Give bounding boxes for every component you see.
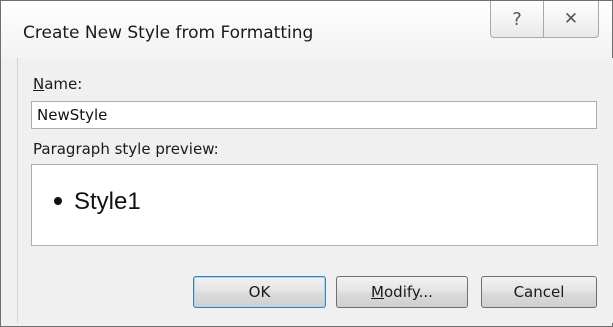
ok-button-label: OK	[248, 283, 271, 301]
dialog-title: Create New Style from Formatting	[23, 23, 314, 43]
name-input[interactable]	[31, 101, 597, 129]
create-style-dialog: Create New Style from Formatting ? ✕ Nam…	[0, 0, 613, 327]
modify-button[interactable]: Modify...	[336, 276, 468, 308]
close-icon: ✕	[563, 9, 579, 29]
name-label: Name:	[33, 75, 82, 93]
preview-text: Style1	[54, 188, 141, 216]
dialog-body: Name: Paragraph style preview: Style1 OK…	[17, 58, 613, 323]
name-label-rest: ame:	[44, 75, 83, 93]
preview-label: Paragraph style preview:	[33, 140, 219, 158]
cancel-button[interactable]: Cancel	[481, 276, 597, 308]
modify-label-rest: odify...	[384, 283, 433, 301]
style-preview-box: Style1	[31, 164, 598, 246]
help-button[interactable]: ?	[490, 1, 544, 38]
name-label-mnemonic: N	[33, 75, 45, 93]
modify-button-label: Modify...	[371, 283, 433, 301]
close-button[interactable]: ✕	[543, 1, 599, 38]
title-bar[interactable]: Create New Style from Formatting ? ✕	[1, 1, 612, 58]
bullet-icon	[54, 197, 62, 206]
ok-button[interactable]: OK	[193, 276, 326, 308]
cancel-button-label: Cancel	[513, 283, 565, 301]
help-icon: ?	[512, 8, 522, 30]
preview-style-name: Style1	[74, 188, 141, 215]
modify-mnemonic: M	[371, 283, 384, 301]
